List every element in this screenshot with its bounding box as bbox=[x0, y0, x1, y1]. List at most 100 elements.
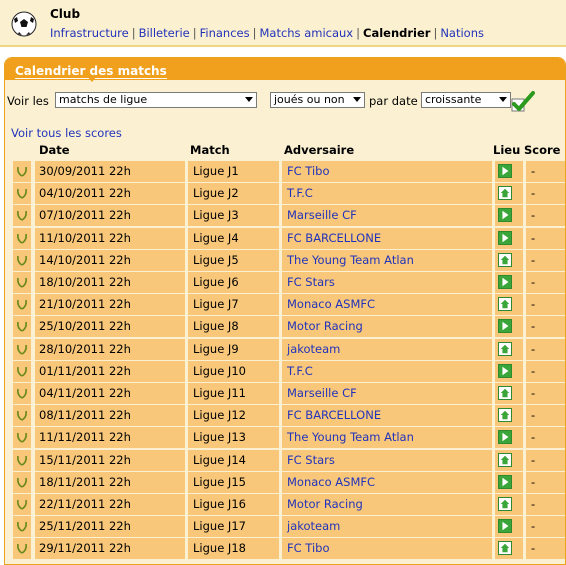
row-date: 14/10/2011 22h bbox=[35, 249, 185, 271]
row-match: Ligue J1 bbox=[188, 161, 279, 182]
laurel-icon bbox=[17, 166, 27, 177]
laurel-icon bbox=[17, 455, 27, 466]
row-icon-cell bbox=[13, 405, 31, 427]
row-match: Ligue J8 bbox=[188, 316, 279, 338]
house-icon[interactable] bbox=[498, 408, 512, 423]
row-adversaire-link[interactable]: T.F.C bbox=[282, 183, 492, 205]
voir-tous-scores-link[interactable]: Voir tous les scores bbox=[11, 126, 122, 140]
row-adversaire-link[interactable]: Marseille CF bbox=[282, 383, 492, 404]
row-adversaire-link[interactable]: Monaco ASMFC bbox=[282, 471, 492, 493]
row-icon-cell bbox=[13, 516, 31, 538]
row-match: Ligue J13 bbox=[188, 427, 279, 449]
row-adversaire-link[interactable]: FC Stars bbox=[282, 272, 492, 293]
laurel-icon bbox=[17, 433, 27, 444]
row-match: Ligue J10 bbox=[188, 360, 279, 382]
row-score: - bbox=[526, 294, 565, 316]
row-lieu bbox=[495, 183, 523, 205]
row-icon-cell bbox=[13, 183, 31, 205]
table-row: 28/10/2011 22h Ligue J9 jakoteam - bbox=[9, 338, 565, 361]
laurel-icon bbox=[17, 388, 27, 399]
house-icon[interactable] bbox=[498, 297, 512, 312]
row-adversaire-link[interactable]: jakoteam bbox=[282, 516, 492, 538]
laurel-icon bbox=[17, 211, 27, 222]
table-row: 08/11/2011 22h Ligue J12 FC BARCELLONE - bbox=[9, 405, 565, 427]
row-icon-cell bbox=[13, 538, 31, 560]
table-row: 07/10/2011 22h Ligue J3 Marseille CF - bbox=[9, 205, 565, 227]
row-date: 28/10/2011 22h bbox=[35, 338, 185, 360]
arrow-right-icon[interactable] bbox=[498, 275, 512, 289]
nav-billeterie[interactable]: Billeterie bbox=[139, 26, 190, 40]
row-adversaire-link[interactable]: Motor Racing bbox=[282, 316, 492, 338]
house-icon[interactable] bbox=[498, 186, 512, 201]
arrow-right-icon[interactable] bbox=[498, 319, 512, 334]
arrow-right-icon[interactable] bbox=[498, 474, 512, 489]
house-icon[interactable] bbox=[498, 452, 512, 467]
row-score: - bbox=[526, 449, 565, 471]
row-lieu bbox=[495, 516, 523, 538]
row-adversaire-link[interactable]: FC Tibo bbox=[282, 538, 492, 560]
house-icon[interactable] bbox=[498, 386, 512, 400]
sort-order-select[interactable]: croissante bbox=[421, 92, 511, 108]
arrow-right-icon[interactable] bbox=[498, 430, 512, 445]
match-type-select[interactable]: matchs de ligue bbox=[55, 92, 257, 108]
table-row: 18/11/2011 22h Ligue J15 Monaco ASMFC - bbox=[9, 471, 565, 494]
checkmark-icon[interactable] bbox=[511, 90, 535, 112]
row-date: 25/11/2011 22h bbox=[35, 516, 185, 538]
row-adversaire-link[interactable]: FC Stars bbox=[282, 449, 492, 471]
row-icon-cell bbox=[13, 449, 31, 471]
row-adversaire-link[interactable]: Marseille CF bbox=[282, 205, 492, 227]
match-status-value: joués ou non bbox=[274, 93, 345, 106]
row-match: Ligue J2 bbox=[188, 183, 279, 205]
house-icon[interactable] bbox=[498, 252, 512, 267]
row-lieu bbox=[495, 383, 523, 404]
col-lieu: Lieu bbox=[493, 143, 521, 157]
row-date: 25/10/2011 22h bbox=[35, 316, 185, 338]
row-lieu bbox=[495, 161, 523, 182]
house-icon[interactable] bbox=[498, 541, 512, 556]
col-match: Match bbox=[190, 143, 230, 157]
nav-separator: | bbox=[433, 26, 438, 40]
row-adversaire-link[interactable]: FC Tibo bbox=[282, 161, 492, 182]
nav-separator: | bbox=[252, 26, 257, 40]
arrow-right-icon[interactable] bbox=[498, 363, 512, 378]
col-score: Score bbox=[524, 143, 561, 157]
table-row: 22/11/2011 22h Ligue J16 Motor Racing - bbox=[9, 494, 565, 516]
row-match: Ligue J16 bbox=[188, 494, 279, 515]
arrow-right-icon[interactable] bbox=[498, 519, 512, 534]
nav-separator: | bbox=[356, 26, 360, 40]
row-date: 15/11/2011 22h bbox=[35, 449, 185, 471]
nav-infrastructure[interactable]: Infrastructure bbox=[50, 26, 129, 40]
table-row: 25/10/2011 22h Ligue J8 Motor Racing - bbox=[9, 316, 565, 338]
nav-finances[interactable]: Finances bbox=[200, 26, 250, 40]
row-match: Ligue J17 bbox=[188, 516, 279, 538]
arrow-right-icon[interactable] bbox=[498, 208, 512, 223]
table-row: 11/10/2011 22h Ligue J4 FC BARCELLONE - bbox=[9, 227, 565, 250]
row-adversaire-link[interactable]: FC BARCELLONE bbox=[282, 227, 492, 249]
row-icon-cell bbox=[13, 494, 31, 515]
row-lieu bbox=[495, 227, 523, 249]
house-icon[interactable] bbox=[498, 497, 512, 511]
row-match: Ligue J15 bbox=[188, 471, 279, 493]
row-match: Ligue J14 bbox=[188, 449, 279, 471]
row-adversaire-link[interactable]: The Young Team Atlan bbox=[282, 249, 492, 271]
house-icon[interactable] bbox=[498, 341, 512, 356]
nav-separator: | bbox=[192, 26, 197, 40]
table-row: 15/11/2011 22h Ligue J14 FC Stars - bbox=[9, 449, 565, 472]
row-adversaire-link[interactable]: T.F.C bbox=[282, 360, 492, 382]
row-adversaire-link[interactable]: Motor Racing bbox=[282, 494, 492, 515]
match-status-select[interactable]: joués ou non bbox=[270, 92, 365, 108]
nav-separator: | bbox=[131, 26, 136, 40]
row-adversaire-link[interactable]: The Young Team Atlan bbox=[282, 427, 492, 449]
nav-matchs-amicaux[interactable]: Matchs amicaux bbox=[259, 26, 353, 40]
row-score: - bbox=[526, 516, 565, 538]
row-adversaire-link[interactable]: FC BARCELLONE bbox=[282, 405, 492, 427]
row-adversaire-link[interactable]: jakoteam bbox=[282, 338, 492, 360]
row-match: Ligue J11 bbox=[188, 383, 279, 404]
nav-nations[interactable]: Nations bbox=[440, 26, 484, 40]
row-adversaire-link[interactable]: Monaco ASMFC bbox=[282, 294, 492, 316]
arrow-right-icon[interactable] bbox=[498, 230, 512, 245]
row-icon-cell bbox=[13, 294, 31, 316]
laurel-icon bbox=[17, 522, 27, 532]
row-score: - bbox=[526, 383, 565, 404]
arrow-right-icon[interactable] bbox=[498, 164, 512, 178]
